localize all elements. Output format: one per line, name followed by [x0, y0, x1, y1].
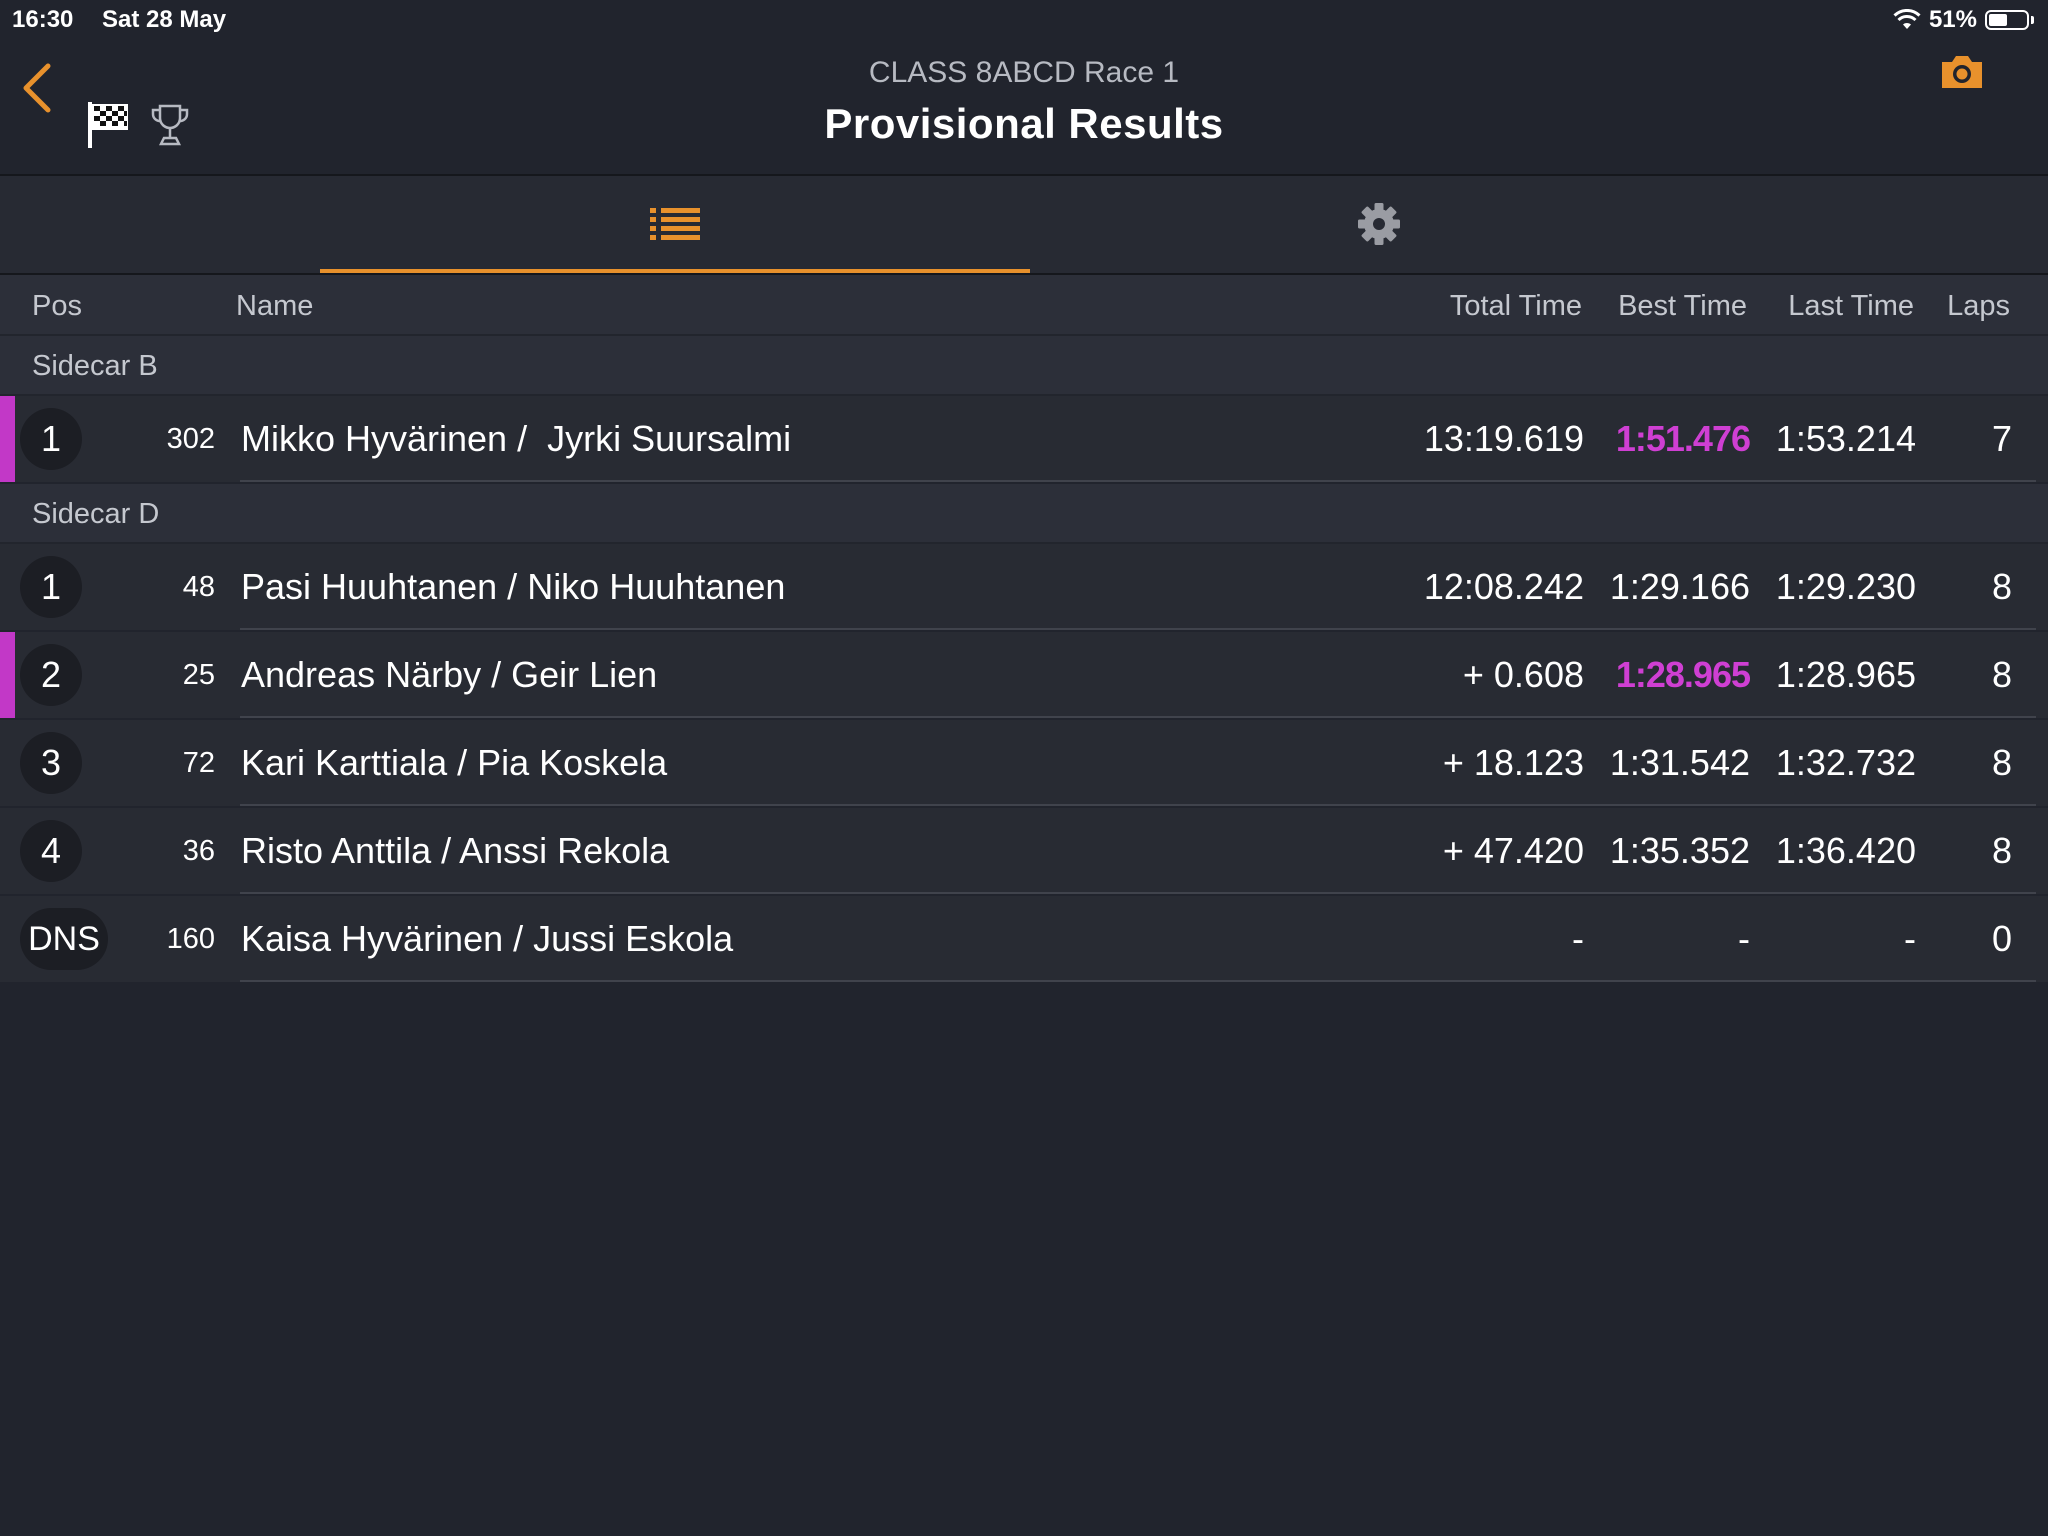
rider-names: Mikko Hyvärinen / Jyrki Suursalmi [241, 418, 792, 459]
table-row[interactable]: 2 25 Andreas Närby / Geir Lien + 0.608 1… [0, 632, 2048, 718]
group-header: Sidecar D [0, 484, 2048, 544]
group-label: Sidecar B [32, 350, 158, 382]
race-number: 25 [182, 659, 215, 691]
position-badge: 1 [20, 556, 82, 618]
col-last-time: Last Time [1788, 290, 1914, 322]
row-divider [240, 480, 2036, 482]
last-time: 1:36.420 [1775, 830, 1916, 871]
rider-names: Andreas Närby / Geir Lien [241, 654, 658, 695]
total-time: - [1572, 918, 1584, 959]
tab-settings[interactable] [1030, 176, 1728, 273]
race-number: 302 [166, 423, 215, 455]
best-time: 1:31.542 [1609, 742, 1750, 783]
last-time: 1:32.732 [1775, 742, 1916, 783]
best-time: 1:35.352 [1609, 830, 1750, 871]
list-icon [650, 208, 700, 240]
col-total-time: Total Time [1449, 290, 1582, 322]
row-divider [240, 892, 2036, 894]
position-badge: 3 [20, 732, 82, 794]
rider-names: Kari Karttiala / Pia Koskela [241, 742, 668, 783]
battery-tip [2031, 16, 2034, 24]
page-title: Provisional Results [824, 100, 1224, 147]
camera-icon [1942, 56, 1982, 88]
table-row[interactable]: 3 72 Kari Karttiala / Pia Koskela + 18.1… [0, 720, 2048, 806]
race-number: 48 [182, 571, 215, 603]
row-divider [240, 980, 2036, 982]
laps: 8 [1991, 566, 2012, 607]
laps: 8 [1991, 742, 2012, 783]
total-time: + 47.420 [1442, 830, 1584, 871]
tab-bar [0, 176, 2048, 275]
last-time: 1:29.230 [1775, 566, 1916, 607]
rider-names: Pasi Huuhtanen / Niko Huuhtanen [241, 566, 786, 607]
table-row[interactable]: 1 48 Pasi Huuhtanen / Niko Huuhtanen 12:… [0, 544, 2048, 630]
last-time: - [1904, 918, 1916, 959]
tab-results-list[interactable] [320, 176, 1030, 273]
status-bar: 16:30 Sat 28 May 51% [0, 0, 2048, 38]
col-name: Name [236, 290, 314, 322]
col-best-time: Best Time [1618, 290, 1747, 322]
race-subtitle: CLASS 8ABCD Race 1 [868, 56, 1180, 89]
best-lap-marker [0, 632, 15, 718]
gear-icon [1358, 203, 1400, 245]
row-divider [240, 628, 2036, 630]
best-time: 1:29.166 [1609, 566, 1750, 607]
position-badge: DNS [20, 908, 108, 970]
laps: 7 [1991, 418, 2012, 459]
race-number: 36 [182, 835, 215, 867]
results-table-header: Pos Name Total Time Best Time Last Time … [0, 275, 2048, 336]
rider-names: Risto Anttila / Anssi Rekola [241, 830, 670, 871]
total-time: 13:19.619 [1423, 418, 1584, 459]
race-number: 72 [182, 747, 215, 779]
col-pos: Pos [32, 290, 82, 322]
nav-header: CLASS 8ABCD Race 1 Provisional Results [0, 38, 2048, 176]
position-badge: 4 [20, 820, 82, 882]
group-header: Sidecar B [0, 336, 2048, 396]
rider-names: Kaisa Hyvärinen / Jussi Eskola [241, 918, 734, 959]
col-laps: Laps [1947, 290, 2010, 322]
row-divider [240, 716, 2036, 718]
race-number: 160 [166, 923, 215, 955]
group-label: Sidecar D [32, 498, 160, 530]
position-badge: 1 [20, 408, 82, 470]
position-badge: 2 [20, 644, 82, 706]
table-row[interactable]: DNS 160 Kaisa Hyvärinen / Jussi Eskola -… [0, 896, 2048, 982]
wifi-icon [1893, 9, 1921, 29]
laps: 0 [1991, 918, 2012, 959]
status-indicators: 51% [1893, 6, 2034, 34]
total-time: + 0.608 [1462, 654, 1584, 695]
last-time: 1:53.214 [1775, 418, 1916, 459]
best-time: 1:51.476 [1615, 418, 1751, 459]
best-lap-marker [0, 396, 15, 482]
status-date: Sat 28 May [102, 6, 227, 33]
laps: 8 [1991, 654, 2012, 695]
best-time: 1:28.965 [1615, 654, 1751, 695]
laps: 8 [1991, 830, 2012, 871]
table-row[interactable]: 4 36 Risto Anttila / Anssi Rekola + 47.4… [0, 808, 2048, 894]
active-tab-indicator [320, 269, 1030, 273]
row-divider [240, 804, 2036, 806]
table-row[interactable]: 1 302 Mikko Hyvärinen / Jyrki Suursalmi … [0, 396, 2048, 482]
status-time: 16:30 [12, 6, 74, 33]
last-time: 1:28.965 [1775, 654, 1916, 695]
camera-button[interactable] [1938, 52, 1986, 92]
best-time: - [1738, 918, 1750, 959]
total-time: + 18.123 [1442, 742, 1584, 783]
battery-percent: 51% [1928, 6, 1977, 33]
total-time: 12:08.242 [1423, 566, 1584, 607]
battery-fill [1989, 14, 2008, 26]
battery-icon [1985, 10, 2029, 30]
